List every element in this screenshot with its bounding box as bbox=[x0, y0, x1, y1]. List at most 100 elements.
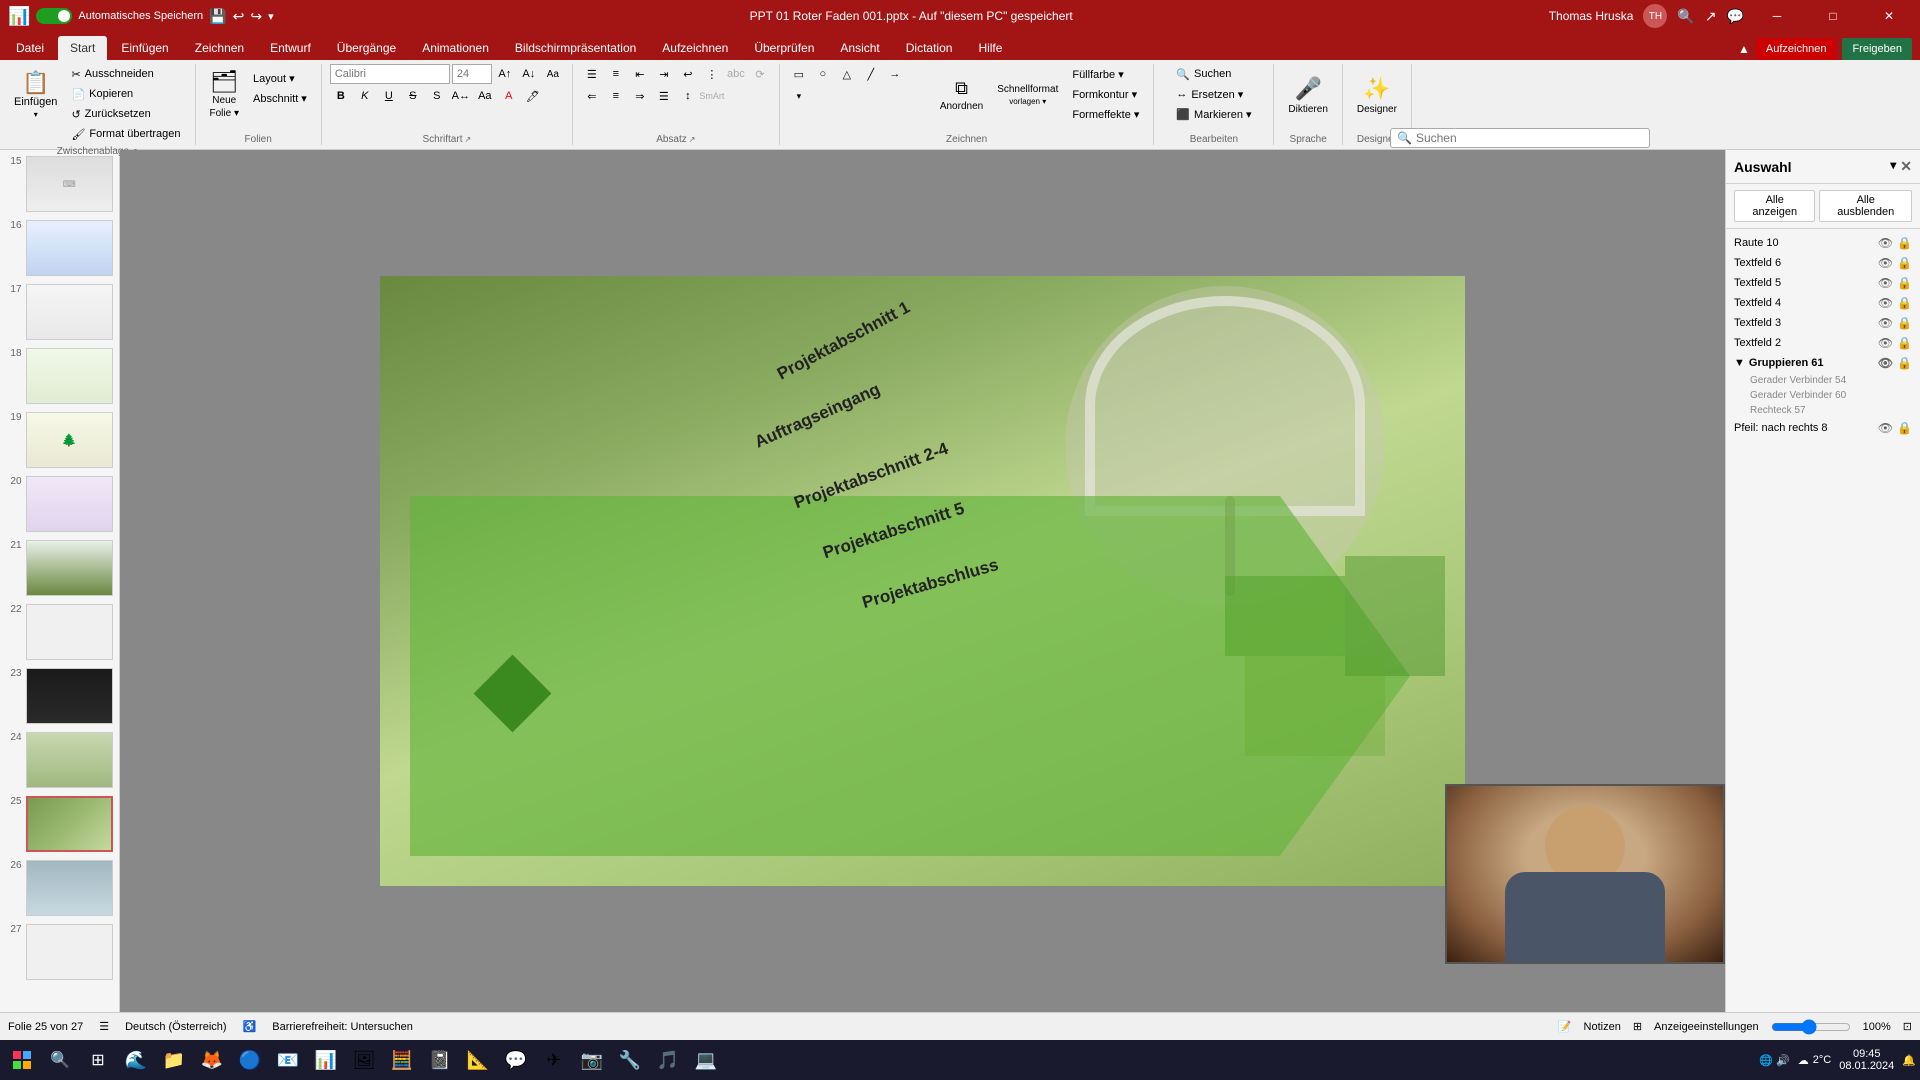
tab-aufzeichnen[interactable]: Aufzeichnen bbox=[650, 36, 740, 60]
slide-thumb-23[interactable]: 23 bbox=[4, 666, 115, 726]
teams-button[interactable]: 💬 bbox=[498, 1042, 534, 1078]
extra1-button[interactable]: 🔧 bbox=[612, 1042, 648, 1078]
slide-thumb-15[interactable]: 15 ⌨ bbox=[4, 154, 115, 214]
formeffekte-button[interactable]: Formeffekte ▾ bbox=[1066, 104, 1145, 124]
extra2-button[interactable]: 🎵 bbox=[650, 1042, 686, 1078]
shape-tri-btn[interactable]: △ bbox=[836, 64, 858, 84]
sel-item-pfeil[interactable]: Pfeil: nach rechts 8 👁 🔒 bbox=[1726, 418, 1920, 438]
photos-button[interactable]: 🖼 bbox=[346, 1042, 382, 1078]
aufzeichnen-button[interactable]: Aufzeichnen bbox=[1756, 38, 1837, 60]
save-icon[interactable]: 💾 bbox=[209, 8, 226, 25]
calculator-button[interactable]: 🧮 bbox=[384, 1042, 420, 1078]
slide-canvas[interactable]: Projektabschnitt 1 Auftragseingang Proje… bbox=[380, 276, 1465, 886]
indent-decrease-btn[interactable]: ⇤ bbox=[629, 64, 651, 84]
font-decrease-btn[interactable]: A↓ bbox=[518, 64, 540, 84]
language-status[interactable]: Deutsch (Österreich) bbox=[125, 1021, 226, 1033]
slide-thumb-17[interactable]: 17 bbox=[4, 282, 115, 342]
minimize-button[interactable]: ─ bbox=[1754, 0, 1800, 32]
lock-icon-textfeld6[interactable]: 🔒 bbox=[1897, 256, 1912, 270]
designer-button[interactable]: ✨ Designer bbox=[1351, 64, 1403, 126]
slide-thumb-24[interactable]: 24 bbox=[4, 730, 115, 790]
list-number-btn[interactable]: ≡ bbox=[605, 64, 627, 84]
font-color-btn[interactable]: A bbox=[498, 86, 520, 106]
slide-thumb-18[interactable]: 18 bbox=[4, 346, 115, 406]
zurücksetzen-button[interactable]: ↺ Zurücksetzen bbox=[65, 104, 186, 124]
align-right-btn[interactable]: ⇒ bbox=[629, 86, 651, 106]
visibility-icon-textfeld6[interactable]: 👁 bbox=[1878, 256, 1893, 270]
sel-sub-item-verbinder54[interactable]: Gerader Verbinder 54 bbox=[1726, 373, 1920, 388]
accessibility-status[interactable]: Barrierefreiheit: Untersuchen bbox=[272, 1021, 413, 1033]
sel-item-textfeld6[interactable]: Textfeld 6 👁 🔒 bbox=[1726, 253, 1920, 273]
tab-ansicht[interactable]: Ansicht bbox=[828, 36, 891, 60]
slide-thumb-19[interactable]: 19 🌲 bbox=[4, 410, 115, 470]
chrome-button[interactable]: 🔵 bbox=[232, 1042, 268, 1078]
canvas-area[interactable]: Projektabschnitt 1 Auftragseingang Proje… bbox=[120, 150, 1725, 1012]
tab-start[interactable]: Start bbox=[58, 36, 107, 60]
sel-sub-item-rechteck57[interactable]: Rechteck 57 bbox=[1726, 403, 1920, 418]
slide-thumb-22[interactable]: 22 bbox=[4, 602, 115, 662]
taskview-button[interactable]: ⊞ bbox=[80, 1042, 116, 1078]
tab-entwurf[interactable]: Entwurf bbox=[258, 36, 323, 60]
comments-icon[interactable]: 💬 bbox=[1727, 8, 1744, 25]
explorer-button[interactable]: 📁 bbox=[156, 1042, 192, 1078]
onenote-button[interactable]: 📓 bbox=[422, 1042, 458, 1078]
lock-icon-raute10[interactable]: 🔒 bbox=[1897, 236, 1912, 250]
sel-item-textfeld4[interactable]: Textfeld 4 👁 🔒 bbox=[1726, 293, 1920, 313]
align-center-btn[interactable]: ≡ bbox=[605, 86, 627, 106]
visibility-icon-textfeld3[interactable]: 👁 bbox=[1878, 316, 1893, 330]
show-all-button[interactable]: Alle anzeigen bbox=[1734, 190, 1815, 222]
shadow-btn[interactable]: S bbox=[426, 86, 448, 106]
formkontur-button[interactable]: Formkontur ▾ bbox=[1066, 84, 1145, 104]
rtl-btn[interactable]: ↩ bbox=[677, 64, 699, 84]
fit-slide-icon[interactable]: ⊡ bbox=[1903, 1020, 1912, 1033]
sel-group-header[interactable]: ▼ Gruppieren 61 👁 🔒 bbox=[1726, 353, 1920, 373]
lock-icon-textfeld2[interactable]: 🔒 bbox=[1897, 336, 1912, 350]
visibility-icon-textfeld2[interactable]: 👁 bbox=[1878, 336, 1893, 350]
kopieren-button[interactable]: 📄 Kopieren bbox=[65, 84, 186, 104]
spacing-btn[interactable]: A↔ bbox=[450, 86, 472, 106]
slide-panel-toggle[interactable]: ☰ bbox=[99, 1020, 109, 1033]
firefox-button[interactable]: 🦊 bbox=[194, 1042, 230, 1078]
tab-übergänge[interactable]: Übergänge bbox=[325, 36, 408, 60]
format-button[interactable]: 🖌 Format übertragen bbox=[65, 124, 186, 144]
visibility-icon-pfeil[interactable]: 👁 bbox=[1878, 421, 1893, 435]
tab-einfügen[interactable]: Einfügen bbox=[109, 36, 180, 60]
italic-btn[interactable]: K bbox=[354, 86, 376, 106]
abschnitt-button[interactable]: Abschnitt ▾ bbox=[247, 88, 313, 108]
tab-animationen[interactable]: Animationen bbox=[410, 36, 501, 60]
underline-btn[interactable]: U bbox=[378, 86, 400, 106]
start-button[interactable] bbox=[4, 1042, 40, 1078]
search-taskbar-button[interactable]: 🔍 bbox=[42, 1042, 78, 1078]
ersetzen-button[interactable]: ↔ Ersetzen ▾ bbox=[1170, 84, 1257, 104]
panel-close-button[interactable]: ✕ bbox=[1900, 158, 1912, 175]
strikethrough-btn[interactable]: S bbox=[402, 86, 424, 106]
shape-more-btn[interactable]: ▾ bbox=[788, 86, 810, 106]
justify-btn[interactable]: ☰ bbox=[653, 86, 675, 106]
slide-thumb-25[interactable]: 25 bbox=[4, 794, 115, 854]
telegram-button[interactable]: ✈ bbox=[536, 1042, 572, 1078]
sel-item-raute10[interactable]: Raute 10 👁 🔒 bbox=[1726, 233, 1920, 253]
share-icon[interactable]: ↗ bbox=[1705, 8, 1717, 25]
tab-überprüfen[interactable]: Überprüfen bbox=[742, 36, 826, 60]
clear-format-btn[interactable]: Aa bbox=[542, 64, 564, 84]
shape-oval-btn[interactable]: ○ bbox=[812, 64, 834, 84]
sel-sub-item-verbinder60[interactable]: Gerader Verbinder 60 bbox=[1726, 388, 1920, 403]
sel-item-textfeld2[interactable]: Textfeld 2 👁 🔒 bbox=[1726, 333, 1920, 353]
indent-increase-btn[interactable]: ⇥ bbox=[653, 64, 675, 84]
hide-all-button[interactable]: Alle ausblenden bbox=[1819, 190, 1912, 222]
panel-expand-icon[interactable]: ▾ bbox=[1890, 158, 1896, 175]
shape-rect-btn[interactable]: ▭ bbox=[788, 64, 810, 84]
lock-icon-group[interactable]: 🔒 bbox=[1897, 356, 1912, 370]
diktieren-button[interactable]: 🎤 Diktieren bbox=[1282, 64, 1333, 126]
visibility-icon-textfeld5[interactable]: 👁 bbox=[1878, 276, 1893, 290]
markieren-button[interactable]: ⬛ Markieren ▾ bbox=[1170, 104, 1257, 124]
search-input[interactable] bbox=[1416, 131, 1616, 145]
notification-icon[interactable]: 🔔 bbox=[1902, 1054, 1916, 1067]
schriftart-expand[interactable]: ↗ bbox=[464, 135, 471, 144]
tab-bildschirmpräsentation[interactable]: Bildschirmpräsentation bbox=[503, 36, 648, 60]
undo-icon[interactable]: ↩ bbox=[233, 8, 245, 25]
visibility-icon-raute10[interactable]: 👁 bbox=[1878, 236, 1893, 250]
freigeben-button[interactable]: Freigeben bbox=[1842, 38, 1912, 60]
slide-thumb-21[interactable]: 21 bbox=[4, 538, 115, 598]
search-magnify-icon[interactable]: 🔍 bbox=[1677, 8, 1694, 25]
